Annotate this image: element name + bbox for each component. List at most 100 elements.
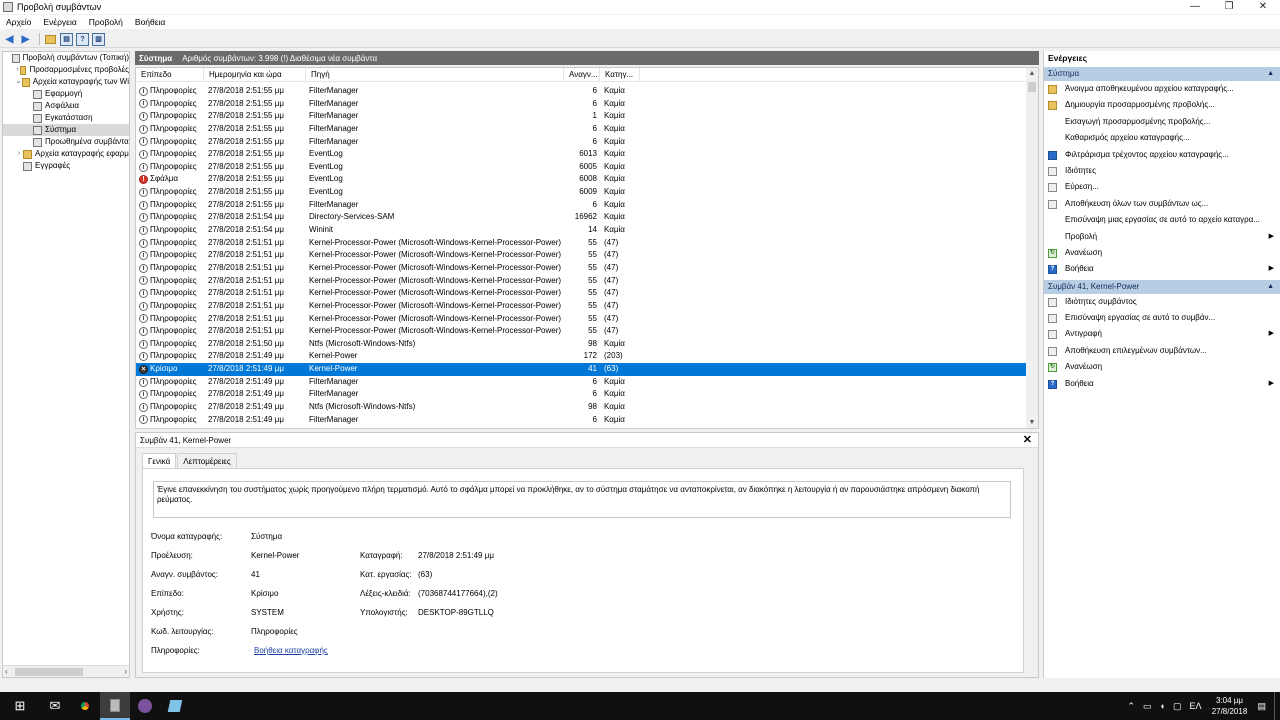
table-row[interactable]: i Πληροφορίες 27/8/2018 2:51:49 μμ FilterMa…	[136, 414, 1026, 427]
action-item[interactable]: Αντιγραφή ▶	[1044, 326, 1280, 342]
tree-item[interactable]: › Αρχεία καταγραφής εφαρμ	[3, 148, 129, 160]
table-row[interactable]: i Πληροφορίες 27/8/2018 2:51:51 μμ Kernel-P…	[136, 287, 1026, 300]
action-item[interactable]: Αποθήκευση όλων των συμβάντων ως...	[1044, 196, 1280, 212]
table-row[interactable]: i Πληροφορίες 27/8/2018 2:51:51 μμ Kernel-P…	[136, 262, 1026, 275]
scroll-down-icon[interactable]: ▼	[1026, 419, 1038, 426]
table-row[interactable]: i Πληροφορίες 27/8/2018 2:51:49 μμ Kernel-P…	[136, 350, 1026, 363]
table-row[interactable]: i Πληροφορίες 27/8/2018 2:51:55 μμ FilterMa…	[136, 110, 1026, 123]
menu-file[interactable]: Αρχείο	[6, 17, 31, 27]
menu-help[interactable]: Βοήθεια	[135, 17, 165, 27]
scroll-thumb[interactable]	[1028, 82, 1036, 92]
action-item[interactable]: Ιδιότητες συμβάντος	[1044, 294, 1280, 310]
mail-icon[interactable]: ✉	[40, 692, 70, 720]
table-row[interactable]: i Πληροφορίες 27/8/2018 2:51:51 μμ Kernel-P…	[136, 237, 1026, 250]
event-list-scrollbar[interactable]: ▲ ▼	[1026, 68, 1038, 428]
table-row[interactable]: i Πληροφορίες 27/8/2018 2:51:54 μμ Wininit 1…	[136, 224, 1026, 237]
help-icon[interactable]: ?	[76, 32, 89, 46]
menu-action[interactable]: Ενέργεια	[43, 17, 76, 27]
table-row[interactable]: i Πληροφορίες 27/8/2018 2:51:55 μμ FilterMa…	[136, 98, 1026, 111]
tree-item[interactable]: Προβολή συμβάντων (Τοπική)	[3, 52, 129, 64]
chevron-down-icon[interactable]: ⌄	[15, 76, 22, 88]
notification-icon[interactable]: ▢	[1173, 701, 1182, 712]
table-row[interactable]: i Πληροφορίες 27/8/2018 2:51:51 μμ Kernel-P…	[136, 325, 1026, 338]
table-row[interactable]: ! Σφάλμα 27/8/2018 2:51:55 μμ EventLog 6008 Κ…	[136, 173, 1026, 186]
action-item[interactable]: ↻ Ανανέωση	[1044, 245, 1280, 261]
tab-details[interactable]: Λεπτομέρειες	[177, 453, 237, 468]
table-row[interactable]: i Πληροφορίες 27/8/2018 2:51:55 μμ FilterMa…	[136, 136, 1026, 149]
tray-chevron-icon[interactable]: ⌃	[1127, 701, 1135, 712]
table-row[interactable]: i Πληροφορίες 27/8/2018 2:51:51 μμ Kernel-P…	[136, 275, 1026, 288]
tree-item[interactable]: Εγκατάσταση	[3, 112, 129, 124]
close-button[interactable]: ✕	[1246, 0, 1280, 14]
console-tree[interactable]: Προβολή συμβάντων (Τοπική) › Προσαρμοσμένε…	[2, 51, 130, 678]
notepad-icon[interactable]	[160, 692, 190, 720]
tree-item[interactable]: Εγγραφές	[3, 160, 129, 172]
table-row[interactable]: i Πληροφορίες 27/8/2018 2:51:55 μμ FilterMa…	[136, 123, 1026, 136]
language-indicator[interactable]: ΕΛ	[1189, 701, 1201, 711]
tree-item[interactable]: ⌄ Αρχεία καταγραφής των Wi	[3, 76, 129, 88]
table-row[interactable]: i Πληροφορίες 27/8/2018 2:51:49 μμ Ntfs (Mi…	[136, 401, 1026, 414]
table-row[interactable]: i Πληροφορίες 27/8/2018 2:51:55 μμ FilterMa…	[136, 199, 1026, 212]
action-item[interactable]: Εύρεση...	[1044, 179, 1280, 195]
action-item[interactable]: Εισαγωγή προσαρμοσμένης προβολής...	[1044, 114, 1280, 130]
maximize-button[interactable]: ❐	[1212, 0, 1246, 14]
table-row[interactable]: i Πληροφορίες 27/8/2018 2:51:55 μμ EventLog…	[136, 148, 1026, 161]
table-row[interactable]: i Πληροφορίες 27/8/2018 2:51:54 μμ Director…	[136, 211, 1026, 224]
table-row[interactable]: i Πληροφορίες 27/8/2018 2:51:51 μμ Kernel-P…	[136, 300, 1026, 313]
scroll-left-icon[interactable]: ‹	[5, 666, 8, 677]
action-item[interactable]: Προβολή ▶	[1044, 229, 1280, 245]
collapse-caret-icon[interactable]: ▲	[1267, 280, 1274, 294]
event-log-help-link[interactable]: Βοήθεια καταγραφής	[254, 646, 328, 655]
table-row[interactable]: i Πληροφορίες 27/8/2018 2:51:49 μμ FilterMa…	[136, 376, 1026, 389]
event-viewer-taskbar-icon[interactable]	[100, 692, 130, 720]
scroll-thumb[interactable]	[15, 668, 83, 676]
network-icon[interactable]: ▭	[1143, 701, 1152, 712]
scroll-right-icon[interactable]: ›	[124, 666, 127, 677]
column-level[interactable]: Επίπεδο	[136, 68, 204, 81]
action-item[interactable]: ? Βοήθεια ▶	[1044, 261, 1280, 277]
column-date-time[interactable]: Ημερομηνία και ώρα	[204, 68, 306, 81]
table-row[interactable]: i Πληροφορίες 27/8/2018 2:51:51 μμ Kernel-P…	[136, 313, 1026, 326]
table-row[interactable]: i Πληροφορίες 27/8/2018 2:51:50 μμ Ntfs (Mi…	[136, 338, 1026, 351]
column-event-id[interactable]: Αναγν...	[564, 68, 600, 81]
viber-icon[interactable]	[130, 692, 160, 720]
tree-item[interactable]: Προωθημένα συμβάντα	[3, 136, 129, 148]
show-hide-action-pane-icon[interactable]: ▥	[92, 32, 105, 46]
action-item[interactable]: Φιλτράρισμα τρέχοντος αρχείου καταγραφής…	[1044, 147, 1280, 163]
clock[interactable]: 3:04 μμ 27/8/2018	[1205, 695, 1253, 717]
table-row[interactable]: i Πληροφορίες 27/8/2018 2:51:51 μμ Kernel-P…	[136, 249, 1026, 262]
collapse-caret-icon[interactable]: ▲	[1267, 67, 1274, 81]
scroll-up-icon[interactable]: ▲	[1026, 70, 1038, 77]
table-row[interactable]: i Πληροφορίες 27/8/2018 2:51:55 μμ EventLog…	[136, 161, 1026, 174]
start-windows-icon[interactable]: ⊞	[0, 692, 40, 720]
table-row[interactable]: × Κρίσιμο 27/8/2018 2:51:49 μμ Kernel-Power…	[136, 363, 1026, 376]
menu-view[interactable]: Προβολή	[89, 17, 123, 27]
tree-item[interactable]: Ασφάλεια	[3, 100, 129, 112]
action-item[interactable]: Δημιουργία προσαρμοσμένης προβολής...	[1044, 97, 1280, 113]
show-hide-tree-icon[interactable]: ▤	[60, 32, 73, 46]
volume-icon[interactable]: ◖	[1160, 701, 1165, 711]
table-row[interactable]: i Πληροφορίες 27/8/2018 2:51:55 μμ EventLog…	[136, 186, 1026, 199]
action-center-icon[interactable]: ▤	[1257, 701, 1266, 712]
table-row[interactable]: i Πληροφορίες 27/8/2018 2:51:55 μμ FilterMa…	[136, 85, 1026, 98]
show-desktop-button[interactable]	[1274, 692, 1280, 720]
action-item[interactable]: ↻ Ανανέωση	[1044, 359, 1280, 375]
chevron-right-icon[interactable]: ›	[15, 148, 23, 160]
minimize-button[interactable]: —	[1178, 0, 1212, 14]
action-item[interactable]: Επισύναψη εργασίας σε αυτό το συμβάν...	[1044, 310, 1280, 326]
action-item[interactable]: Αποθήκευση επιλεγμένων συμβάντων...	[1044, 343, 1280, 359]
action-item[interactable]: Καθαρισμός αρχείου καταγραφής...	[1044, 130, 1280, 146]
close-icon[interactable]: ✕	[1023, 434, 1032, 447]
action-item[interactable]: Επισύναψη μιας εργασίας σε αυτό το αρχεί…	[1044, 212, 1280, 228]
actions-section-event[interactable]: Συμβάν 41, Kernel-Power ▲	[1044, 279, 1280, 294]
table-row[interactable]: i Πληροφορίες 27/8/2018 2:51:49 μμ FilterMa…	[136, 388, 1026, 401]
back-arrow-icon[interactable]: ◀	[3, 33, 16, 46]
action-item[interactable]: Άνοιγμα αποθηκευμένου αρχείου καταγραφής…	[1044, 81, 1280, 97]
tree-item[interactable]: › Προσαρμοσμένες προβολές	[3, 64, 129, 76]
tree-horizontal-scrollbar[interactable]: ‹ ›	[3, 665, 129, 677]
actions-section-system[interactable]: Σύστημα ▲	[1044, 67, 1280, 81]
column-source[interactable]: Πηγή	[306, 68, 564, 81]
chrome-icon[interactable]	[70, 692, 100, 720]
tree-item[interactable]: Σύστημα	[3, 124, 129, 136]
tab-general[interactable]: Γενικά	[142, 453, 177, 469]
